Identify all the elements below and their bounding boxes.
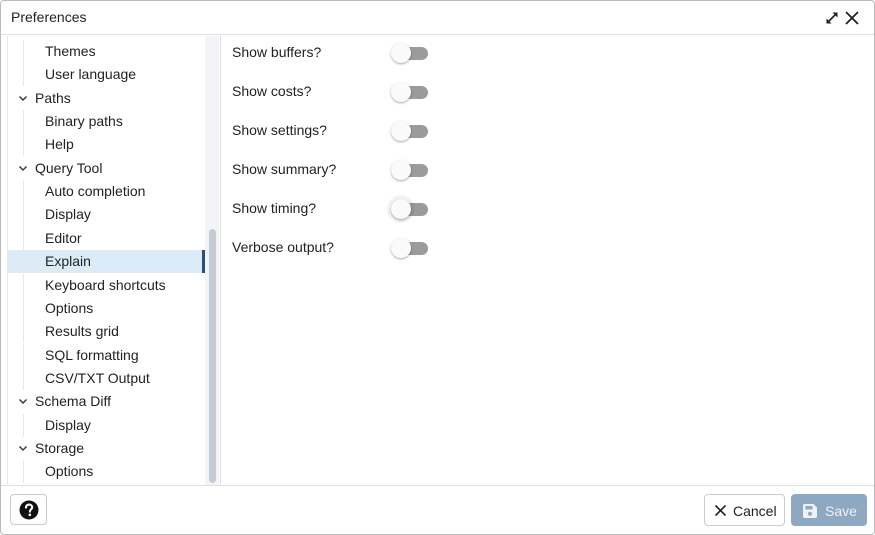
toggle-knob [391, 121, 411, 141]
tree-item-label: User language [45, 66, 136, 82]
setting-row-show-costs: Show costs? [232, 80, 632, 104]
tree-item-binary-paths[interactable]: Binary paths [7, 110, 205, 133]
setting-label: Show timing? [232, 200, 316, 216]
setting-label: Show buffers? [232, 44, 321, 60]
tree-item-label: Auto completion [45, 183, 145, 199]
save-button[interactable]: Save [791, 494, 867, 526]
toggle-switch[interactable] [391, 238, 429, 258]
setting-label: Show costs? [232, 83, 311, 99]
tree-item-label: Explain [45, 253, 91, 269]
close-icon[interactable] [843, 9, 861, 27]
tree-item-schema-diff[interactable]: Schema Diff [7, 390, 205, 413]
setting-label: Verbose output? [232, 239, 334, 255]
tree-item-label: Schema Diff [35, 393, 111, 409]
tree-item-user-language[interactable]: User language [7, 63, 205, 86]
toggle-switch[interactable] [391, 82, 429, 102]
preferences-dialog: Preferences Themes User language Paths Bina… [0, 0, 875, 535]
explain-settings-panel: Show buffers? Show costs? Show settings? Sh… [221, 36, 874, 485]
tree-item-label: Editor [45, 230, 82, 246]
tree-item-label: Options [45, 300, 93, 316]
title-bar[interactable]: Preferences [1, 1, 874, 35]
tree-item-editor[interactable]: Editor [7, 227, 205, 250]
toggle-switch[interactable] [391, 121, 429, 141]
tree-item-auto-completion[interactable]: Auto completion [7, 180, 205, 203]
tree-item-results-grid[interactable]: Results grid [7, 320, 205, 343]
setting-row-show-timing: Show timing? [232, 197, 632, 221]
tree-item-explain[interactable]: Explain [7, 250, 205, 273]
tree-item-display[interactable]: Display [7, 203, 205, 226]
preferences-tree: Themes User language Paths Binary paths Help… [1, 36, 221, 485]
save-icon [802, 503, 818, 519]
setting-label: Show summary? [232, 161, 336, 177]
setting-row-show-settings: Show settings? [232, 119, 632, 143]
toggle-switch[interactable] [391, 199, 429, 219]
toggle-switch[interactable] [391, 43, 429, 63]
tree-item-sql-formatting[interactable]: SQL formatting [7, 344, 205, 367]
toggle-knob [391, 199, 411, 219]
dialog-footer: Cancel Save [1, 485, 874, 534]
question-circle-icon [19, 500, 39, 520]
toggle-knob [391, 160, 411, 180]
tree-item-query-tool[interactable]: Query Tool [7, 157, 205, 180]
tree-item-storage[interactable]: Storage [7, 437, 205, 460]
setting-label: Show settings? [232, 122, 327, 138]
chevron-down-icon[interactable] [18, 157, 28, 180]
tree-item-label: Results grid [45, 323, 119, 339]
tree-item-options[interactable]: Options [7, 460, 205, 483]
tree-item-label: Themes [45, 43, 96, 59]
tree-item-label: Display [45, 206, 91, 222]
tree-item-help[interactable]: Help [7, 133, 205, 156]
tree-item-label: Query Tool [35, 160, 102, 176]
tree-item-display[interactable]: Display [7, 414, 205, 437]
tree-item-label: Keyboard shortcuts [45, 277, 166, 293]
close-icon [714, 504, 727, 517]
tree-item-label: Paths [35, 90, 71, 106]
chevron-down-icon[interactable] [18, 87, 28, 110]
tree-item-options[interactable]: Options [7, 297, 205, 320]
expand-icon[interactable] [823, 9, 841, 27]
cancel-label: Cancel [733, 503, 777, 519]
save-label: Save [825, 503, 857, 519]
tree-item-label: Storage [35, 440, 84, 456]
toggle-knob [391, 238, 411, 258]
tree-item-label: Help [45, 136, 74, 152]
tree-item-label: Options [45, 463, 93, 479]
tree-item-label: Binary paths [45, 113, 123, 129]
cancel-button[interactable]: Cancel [704, 494, 785, 526]
setting-row-show-buffers: Show buffers? [232, 41, 632, 65]
tree-item-csv-txt-output[interactable]: CSV/TXT Output [7, 367, 205, 390]
chevron-down-icon[interactable] [18, 390, 28, 413]
tree-item-keyboard-shortcuts[interactable]: Keyboard shortcuts [7, 274, 205, 297]
chevron-down-icon[interactable] [18, 437, 28, 460]
tree-item-label: SQL formatting [45, 347, 139, 363]
toggle-knob [391, 43, 411, 63]
toggle-knob [391, 82, 411, 102]
setting-row-show-summary: Show summary? [232, 158, 632, 182]
tree-item-label: CSV/TXT Output [45, 370, 150, 386]
tree-item-label: Display [45, 417, 91, 433]
help-button[interactable] [10, 494, 47, 525]
scrollbar-thumb[interactable] [209, 229, 216, 483]
tree-item-themes[interactable]: Themes [7, 40, 205, 63]
dialog-title: Preferences [11, 9, 86, 25]
setting-row-verbose-output: Verbose output? [232, 236, 632, 260]
tree-item-paths[interactable]: Paths [7, 87, 205, 110]
toggle-switch[interactable] [391, 160, 429, 180]
